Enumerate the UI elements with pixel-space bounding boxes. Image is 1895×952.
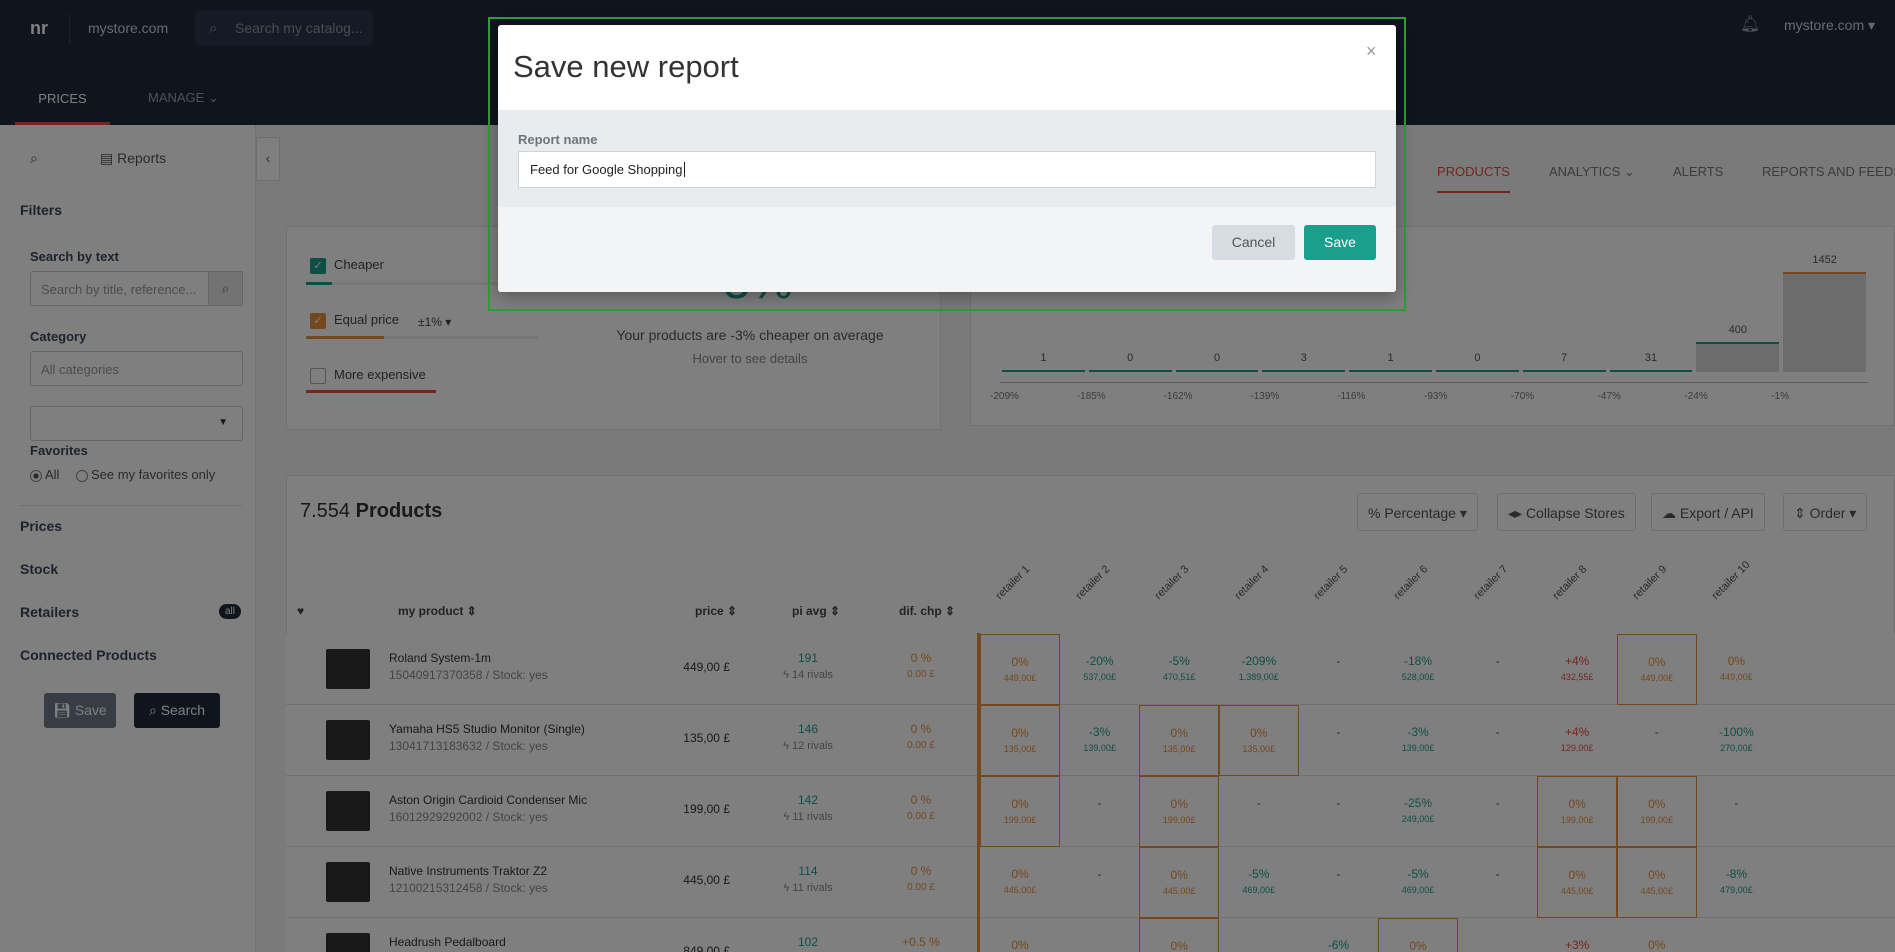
dialog-body: Report name Feed for Google Shopping	[498, 110, 1396, 207]
dialog-footer: Cancel Save	[498, 207, 1396, 292]
close-icon[interactable]: ×	[1366, 41, 1377, 62]
report-name-input[interactable]: Feed for Google Shopping	[518, 151, 1376, 188]
save-button[interactable]: Save	[1304, 225, 1376, 260]
cancel-button[interactable]: Cancel	[1212, 225, 1295, 260]
report-name-value: Feed for Google Shopping	[530, 162, 683, 177]
text-caret	[683, 162, 685, 177]
save-report-dialog: Save new report × Report name Feed for G…	[498, 25, 1396, 292]
report-name-label: Report name	[518, 132, 598, 147]
dialog-title: Save new report	[513, 49, 739, 84]
